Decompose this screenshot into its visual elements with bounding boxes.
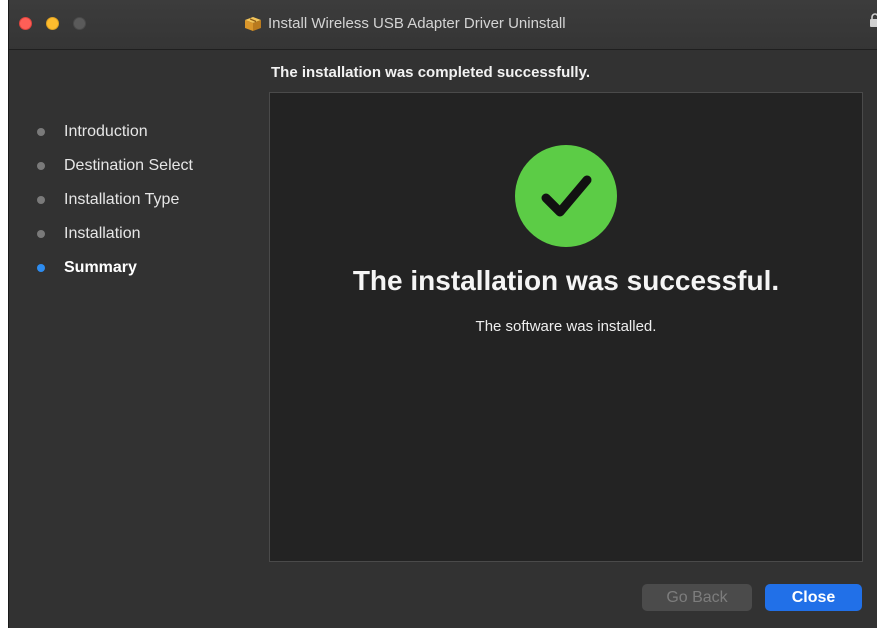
go-back-button[interactable]: Go Back bbox=[642, 584, 752, 611]
sidebar-item-label: Summary bbox=[64, 259, 137, 276]
sidebar-item-destination-select: Destination Select bbox=[9, 149, 259, 183]
close-button[interactable]: Close bbox=[765, 584, 862, 611]
close-window-button[interactable] bbox=[19, 17, 32, 30]
sidebar-item-label: Destination Select bbox=[64, 157, 193, 174]
step-indicator-icon bbox=[37, 230, 45, 238]
sidebar-item-installation-type: Installation Type bbox=[9, 183, 259, 217]
step-indicator-icon bbox=[37, 196, 45, 204]
active-step-indicator-icon bbox=[37, 264, 45, 272]
sidebar-item-summary: Summary bbox=[9, 251, 259, 285]
minimize-window-button[interactable] bbox=[46, 17, 59, 30]
checkmark-icon bbox=[515, 145, 617, 247]
success-subtitle: The software was installed. bbox=[475, 318, 657, 335]
success-title: The installation was successful. bbox=[352, 265, 780, 296]
sidebar-item-introduction: Introduction bbox=[9, 115, 259, 149]
sidebar-item-label: Installation bbox=[64, 225, 141, 242]
zoom-window-button bbox=[73, 17, 86, 30]
content-panel: The installation was successful. The sof… bbox=[269, 92, 863, 562]
sidebar-item-installation: Installation bbox=[9, 217, 259, 251]
steps-sidebar: Introduction Destination Select Installa… bbox=[9, 115, 259, 285]
page-header: The installation was completed successfu… bbox=[271, 64, 590, 81]
window-title: Install Wireless USB Adapter Driver Unin… bbox=[244, 15, 566, 32]
window-title-text: Install Wireless USB Adapter Driver Unin… bbox=[268, 15, 566, 32]
sidebar-item-label: Installation Type bbox=[64, 191, 180, 208]
step-indicator-icon bbox=[37, 128, 45, 136]
package-icon bbox=[244, 16, 262, 32]
title-bar[interactable]: Install Wireless USB Adapter Driver Unin… bbox=[9, 0, 877, 50]
step-indicator-icon bbox=[37, 162, 45, 170]
sidebar-item-label: Introduction bbox=[64, 123, 148, 140]
installer-window: Install Wireless USB Adapter Driver Unin… bbox=[8, 0, 877, 628]
lock-icon bbox=[869, 13, 877, 27]
